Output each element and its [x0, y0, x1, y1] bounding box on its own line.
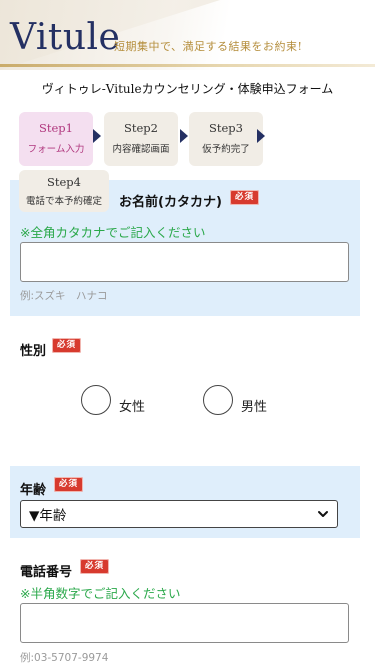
required-badge: 必須 [230, 190, 260, 205]
header-divider [0, 64, 375, 67]
name-kana-label: お名前(カタカナ) [119, 195, 222, 210]
radio-icon[interactable] [81, 385, 111, 415]
required-badge: 必須 [52, 338, 82, 353]
site-header: Vitule 短期集中で、満足する結果をお約束! [0, 0, 375, 70]
tagline: 短期集中で、満足する結果をお約束! [114, 40, 303, 53]
step-number: Step1 [39, 121, 73, 135]
step-3: Step3 仮予約完了 [189, 112, 263, 166]
name-kana-hint: ※全角カタカナでご記入ください [20, 225, 206, 240]
gender-option-label[interactable]: 男性 [241, 396, 267, 415]
gender-option-label[interactable]: 女性 [119, 396, 145, 415]
triangle-right-icon [93, 129, 101, 143]
form-title: ヴィトゥレ-Vituleカウンセリング・体験申込フォーム [41, 82, 334, 96]
phone-hint: ※半角数字でご記入ください [20, 586, 181, 601]
step-label: 仮予約完了 [202, 144, 250, 155]
age-select[interactable]: ▼年齢 [20, 500, 338, 528]
phone-label: 電話番号 [20, 565, 73, 580]
radio-icon[interactable] [203, 385, 233, 415]
step-number: Step3 [209, 121, 243, 135]
logo[interactable]: Vitule [10, 18, 120, 58]
step-label: 内容確認画面 [112, 144, 170, 155]
gender-option-male[interactable]: 男性 [203, 385, 267, 415]
step-1: Step1 フォーム入力 [19, 112, 93, 166]
step-4: Step4 電話で本予約確定 [19, 170, 109, 212]
step-2: Step2 内容確認画面 [104, 112, 178, 166]
gender-label: 性別 [20, 344, 47, 359]
chevron-down-icon [318, 511, 328, 517]
required-badge: 必須 [54, 477, 84, 492]
name-kana-input[interactable] [20, 242, 349, 282]
age-label: 年齢 [20, 483, 47, 498]
gender-option-female[interactable]: 女性 [81, 385, 145, 415]
name-kana-example: 例:スズキ ハナコ [20, 290, 108, 302]
step-label: フォーム入力 [27, 144, 85, 155]
phone-example: 例:03-5707-9974 [20, 652, 109, 664]
triangle-right-icon [180, 129, 188, 143]
step-label: 電話で本予約確定 [25, 196, 102, 207]
phone-input[interactable] [20, 603, 349, 643]
step-number: Step2 [124, 121, 158, 135]
required-badge: 必須 [80, 559, 110, 574]
age-select-value: ▼年齢 [29, 508, 67, 524]
step-number: Step4 [47, 175, 81, 189]
triangle-right-icon [257, 129, 265, 143]
